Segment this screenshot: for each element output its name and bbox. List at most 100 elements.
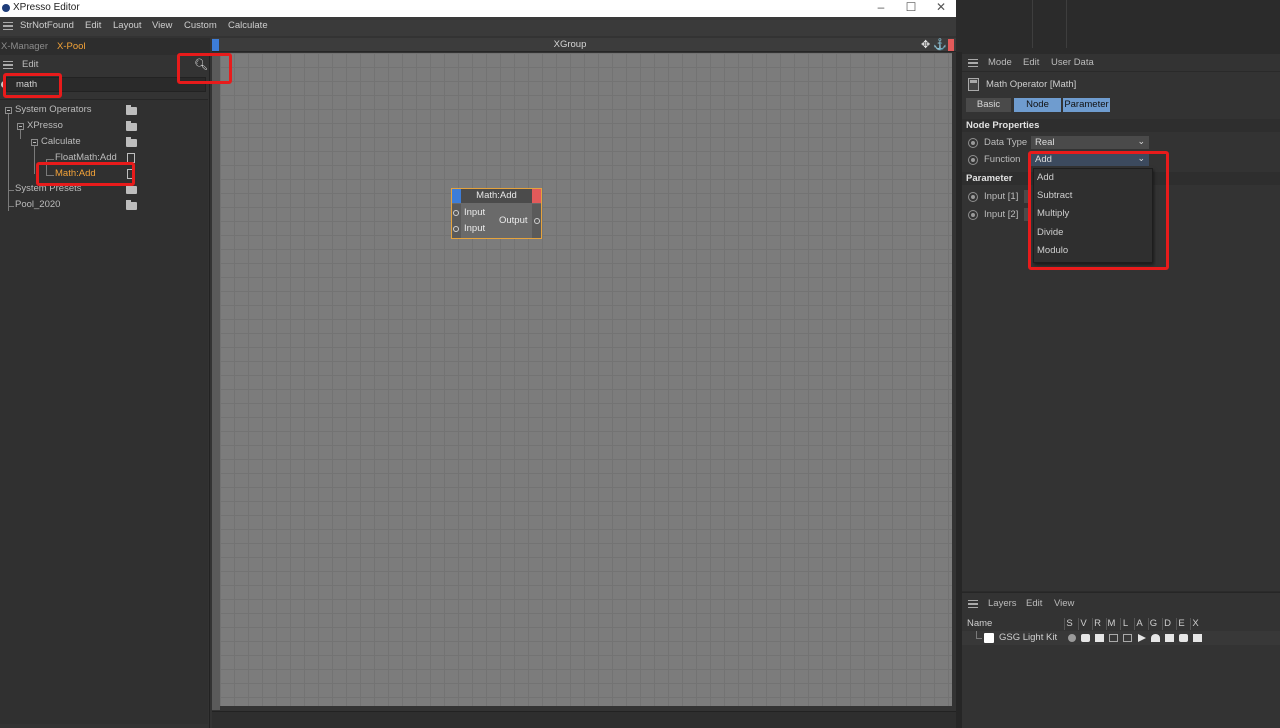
menu-calculate[interactable]: Calculate	[228, 17, 268, 35]
tree-item-label: XPresso	[27, 120, 63, 131]
highlight-function-dropdown	[1028, 151, 1169, 270]
xgroup-canvas-area: XGroup ✥ ⚓	[212, 38, 956, 710]
chevron-down-icon: ⌄	[1137, 136, 1145, 146]
attribute-title: Math Operator [Math]	[986, 79, 1077, 90]
math-add-node[interactable]: Math:Add Input Input Output	[451, 188, 542, 239]
data-type-row: Data Type Real ⌄	[962, 135, 1280, 151]
column-x: X	[1190, 618, 1200, 630]
animation-radio-icon[interactable]	[968, 210, 978, 220]
node-input-label: Input	[464, 207, 486, 218]
tree-item-label: Calculate	[41, 136, 81, 147]
render-icon[interactable]	[1095, 634, 1104, 642]
generators-icon[interactable]	[1151, 634, 1160, 642]
menu-edit[interactable]: Edit	[85, 17, 101, 35]
attribute-menu-bar: Mode Edit User Data	[962, 54, 1280, 72]
column-e: E	[1176, 618, 1186, 630]
output-port-icon[interactable]	[534, 218, 540, 224]
column-s: S	[1064, 618, 1074, 630]
node-output-label: Output	[499, 215, 528, 226]
manager-icon[interactable]	[1109, 634, 1118, 642]
tree-connector	[8, 190, 14, 191]
menu-view[interactable]: View	[152, 17, 172, 35]
menu-layout[interactable]: Layout	[113, 17, 142, 35]
hamburger-menu-icon[interactable]	[3, 22, 13, 30]
column-a: A	[1134, 618, 1144, 630]
viewport-area	[956, 0, 1280, 52]
attribute-hamburger-icon[interactable]	[968, 59, 978, 67]
expressions-icon[interactable]	[1179, 634, 1188, 642]
pool-tree: System Operators XPresso Calculate Float…	[0, 99, 208, 724]
folder-icon	[126, 121, 137, 131]
tab-basic[interactable]: Basic	[966, 98, 1011, 112]
node-input-port-strip[interactable]	[452, 189, 461, 203]
menu-layers[interactable]: Layers	[988, 595, 1017, 612]
input-port-icon[interactable]	[453, 210, 459, 216]
tab-node[interactable]: Node	[1014, 98, 1061, 112]
input-port-icon[interactable]	[453, 226, 459, 232]
layer-color-swatch[interactable]	[984, 633, 994, 643]
highlight-math-add	[36, 162, 135, 186]
node-header[interactable]: Math:Add	[452, 189, 541, 203]
status-bar	[212, 711, 956, 728]
maximize-button[interactable]: ☐	[896, 0, 926, 17]
pool-menu-edit[interactable]: Edit	[22, 59, 38, 70]
menu-mode[interactable]: Mode	[988, 54, 1012, 71]
group-output-marker	[948, 39, 954, 51]
viewport-divider	[1032, 0, 1033, 48]
tree-connector	[976, 638, 982, 639]
visibility-icon[interactable]	[1081, 634, 1090, 642]
column-m: M	[1106, 618, 1116, 630]
animation-radio-icon[interactable]	[968, 155, 978, 165]
close-button[interactable]: ✕	[926, 0, 956, 17]
column-v: V	[1078, 618, 1088, 630]
canvas-title: XGroup	[553, 39, 587, 50]
window-title: XPresso Editor	[13, 2, 80, 13]
animation-radio-icon[interactable]	[968, 138, 978, 148]
folder-icon	[126, 137, 137, 147]
animation-icon[interactable]	[1138, 634, 1146, 642]
minimize-button[interactable]: –	[866, 0, 896, 17]
xrefs-icon[interactable]	[1193, 634, 1202, 642]
menu-attr-edit[interactable]: Edit	[1023, 54, 1039, 71]
animation-radio-icon[interactable]	[968, 192, 978, 202]
lock-icon[interactable]	[1123, 634, 1132, 642]
highlight-search-icon	[177, 53, 232, 84]
math-operator-icon	[968, 78, 979, 91]
input1-label: Input [1]	[984, 191, 1019, 202]
collapse-toggle-icon[interactable]	[17, 123, 24, 130]
collapse-toggle-icon[interactable]	[31, 139, 38, 146]
menu-layers-edit[interactable]: Edit	[1026, 595, 1042, 612]
folder-icon	[126, 184, 137, 194]
folder-icon	[126, 105, 137, 115]
menu-user-data[interactable]: User Data	[1051, 54, 1094, 71]
tree-item-label: System Operators	[15, 104, 92, 115]
tree-item-xpresso[interactable]: XPresso	[16, 119, 204, 134]
node-output-port-strip[interactable]	[532, 189, 541, 203]
tree-item-pool-2020[interactable]: Pool_2020	[15, 198, 205, 213]
tab-parameter[interactable]: Parameter	[1063, 98, 1110, 112]
node-canvas[interactable]	[220, 53, 952, 706]
xpresso-editor-window: XPresso Editor – ☐ ✕ StrNotFound Edit La…	[0, 0, 956, 728]
pool-hamburger-icon[interactable]	[3, 61, 13, 69]
xpool-panel: X-Manager X-Pool Edit 🔍︎ System Operator…	[0, 38, 210, 728]
tab-x-pool[interactable]: X-Pool	[57, 41, 86, 52]
layer-row[interactable]: GSG Light Kit	[962, 631, 1280, 645]
data-type-dropdown[interactable]: Real ⌄	[1031, 136, 1149, 149]
tree-item-calculate[interactable]: Calculate	[30, 135, 204, 150]
deformers-icon[interactable]	[1165, 634, 1174, 642]
menu-custom[interactable]: Custom	[184, 17, 217, 35]
node-properties-heading: Node Properties	[962, 119, 1280, 132]
menu-layers-view[interactable]: View	[1054, 595, 1074, 612]
tab-x-manager[interactable]: X-Manager	[1, 41, 48, 52]
solo-icon[interactable]	[1068, 634, 1076, 642]
app-icon	[2, 4, 10, 12]
menu-strnotfound[interactable]: StrNotFound	[20, 17, 74, 35]
collapse-toggle-icon[interactable]	[5, 107, 12, 114]
data-type-label: Data Type	[984, 137, 1028, 148]
layers-name-header: Name	[967, 618, 993, 629]
layers-menu-bar: Layers Edit View	[962, 595, 1280, 613]
layers-hamburger-icon[interactable]	[968, 600, 978, 608]
anchor-icon[interactable]: ⚓	[933, 39, 947, 51]
move-canvas-icon[interactable]: ✥	[921, 39, 930, 51]
tree-item-system-operators[interactable]: System Operators	[4, 103, 204, 118]
